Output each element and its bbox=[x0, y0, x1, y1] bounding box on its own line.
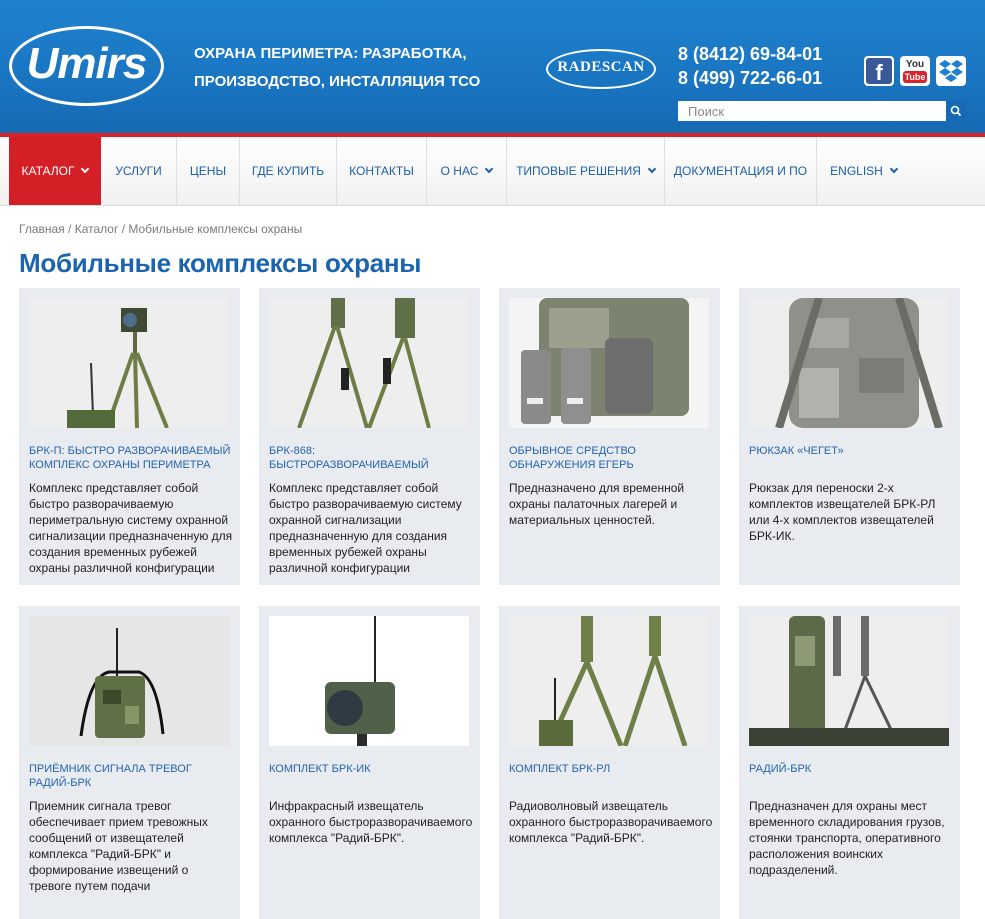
tagline-line-2: производство, инсталляция ТСО bbox=[194, 73, 481, 90]
receiver-image bbox=[29, 616, 229, 746]
breadcrumb-separator: / bbox=[121, 222, 126, 236]
product-image-brk-ik[interactable] bbox=[269, 616, 469, 746]
product-card-radiy-brk[interactable]: Радий-БРК Предназначен для охраны мест в… bbox=[739, 606, 960, 919]
logo-text: Umirs bbox=[26, 39, 148, 88]
dropbox-icon bbox=[939, 60, 963, 82]
product-title[interactable]: Радий-БРК bbox=[749, 762, 954, 776]
nav-catalog-label: Каталог bbox=[21, 164, 75, 178]
product-title[interactable]: Рюкзак «Чегет» bbox=[749, 444, 954, 458]
product-image-brk-868[interactable] bbox=[269, 298, 469, 428]
canisters-image bbox=[509, 298, 709, 428]
product-description: Инфракрасный извещатель охранного быстро… bbox=[269, 799, 473, 845]
product-title[interactable]: БРК-868: быстроразворачиваемый bbox=[269, 444, 474, 472]
main-nav: Каталог Услуги Цены Где купить Контакты … bbox=[0, 137, 985, 206]
product-description: Радиоволновый извещатель охранного быстр… bbox=[509, 799, 713, 845]
nav-where-to-buy-label: Где купить bbox=[251, 164, 325, 178]
product-image-brk-rl[interactable] bbox=[509, 616, 709, 746]
product-card-brk-ik[interactable]: Комплект БРК-ИК Инфракрасный извещатель … bbox=[259, 606, 480, 919]
site-tagline: Охрана периметра: разработка, производст… bbox=[194, 40, 494, 96]
ir-sensor-image bbox=[269, 616, 469, 746]
breadcrumb-catalog[interactable]: Каталог bbox=[75, 222, 119, 236]
phone-2[interactable]: 8 (499) 722-66-01 bbox=[678, 66, 822, 90]
nav-documentation-label: Документация и ПО bbox=[673, 164, 808, 178]
facebook-icon: f bbox=[866, 58, 892, 85]
phone-1[interactable]: 8 (8412) 69-84-01 bbox=[678, 42, 822, 66]
nav-english[interactable]: English bbox=[817, 137, 910, 205]
nav-prices[interactable]: Цены bbox=[177, 137, 240, 205]
breadcrumb-separator: / bbox=[68, 222, 72, 236]
youtube-icon-bottom: Tube bbox=[903, 71, 927, 83]
radescan-text: RADESCAN bbox=[557, 59, 645, 75]
nav-about-label: О нас bbox=[440, 164, 479, 178]
product-card-receiver[interactable]: Приёмник сигнала тревог Радий-БРК Приемн… bbox=[19, 606, 240, 919]
search-button[interactable] bbox=[946, 101, 966, 121]
product-card-cheget[interactable]: Рюкзак «Чегет» Рюкзак для переноски 2-х … bbox=[739, 288, 960, 585]
tripods-image bbox=[269, 298, 469, 428]
nav-about[interactable]: О нас bbox=[427, 137, 507, 205]
product-title[interactable]: Приёмник сигнала тревог Радий-БРК bbox=[29, 762, 234, 790]
nav-where-to-buy[interactable]: Где купить bbox=[240, 137, 337, 205]
backpack-image bbox=[749, 298, 949, 428]
search-input[interactable] bbox=[678, 101, 946, 121]
nav-documentation[interactable]: Документация и ПО bbox=[665, 137, 817, 205]
nav-contacts-label: Контакты bbox=[349, 164, 414, 178]
product-title[interactable]: Комплект БРК-ИК bbox=[269, 762, 474, 776]
product-image-radiy-brk[interactable] bbox=[749, 616, 949, 746]
search-box bbox=[678, 101, 966, 121]
breadcrumb-home[interactable]: Главная bbox=[19, 222, 65, 236]
product-image-receiver[interactable] bbox=[29, 616, 229, 746]
chevron-down-icon bbox=[889, 164, 899, 174]
rl-tripods-image bbox=[509, 616, 709, 746]
product-card-brk-rl[interactable]: Комплект БРК-РЛ Радиоволновый извещатель… bbox=[499, 606, 720, 919]
phone-numbers: 8 (8412) 69-84-01 8 (499) 722-66-01 bbox=[678, 42, 822, 90]
nav-solutions-label: Типовые решения bbox=[516, 164, 641, 178]
chevron-down-icon bbox=[647, 164, 657, 174]
breadcrumb-current: Мобильные комплексы охраны bbox=[128, 222, 303, 236]
product-image-eger[interactable] bbox=[509, 298, 709, 428]
product-description: Приемник сигнала тревог обеспечивает при… bbox=[29, 799, 208, 893]
page-title: Мобильные комплексы охраны bbox=[19, 248, 422, 278]
radiy-kit-image bbox=[749, 616, 949, 746]
nav-english-label: English bbox=[830, 164, 883, 178]
product-card-brk-p[interactable]: БРК-П: быстро разворачиваемый комплекс о… bbox=[19, 288, 240, 585]
chevron-down-icon bbox=[485, 164, 494, 174]
radescan-logo[interactable]: RADESCAN bbox=[546, 49, 656, 89]
facebook-link[interactable]: f bbox=[864, 56, 894, 86]
product-card-brk-868[interactable]: БРК-868: быстроразворачиваемый Комплекс … bbox=[259, 288, 480, 585]
nav-catalog[interactable]: Каталог bbox=[9, 137, 101, 205]
product-image-cheget[interactable] bbox=[749, 298, 949, 428]
youtube-icon-top: You bbox=[905, 59, 925, 70]
product-title[interactable]: Комплект БРК-РЛ bbox=[509, 762, 714, 776]
product-title[interactable]: Обрывное средство обнаружения Егерь bbox=[509, 444, 714, 472]
search-icon bbox=[950, 105, 962, 117]
product-title[interactable]: БРК-П: быстро разворачиваемый комплекс о… bbox=[29, 444, 234, 472]
nav-services-label: Услуги bbox=[115, 164, 162, 178]
nav-prices-label: Цены bbox=[189, 164, 227, 178]
chevron-down-icon bbox=[81, 164, 90, 174]
product-description: Рюкзак для переноски 2-х комплектов изве… bbox=[749, 481, 936, 543]
product-description: Комплекс представляет собой быстро разво… bbox=[269, 481, 462, 575]
site-header: Umirs Охрана периметра: разработка, прои… bbox=[0, 0, 985, 134]
breadcrumb: Главная / Каталог / Мобильные комплексы … bbox=[19, 222, 302, 236]
tagline-line-1: Охрана периметра: разработка, bbox=[194, 45, 467, 62]
dropbox-link[interactable] bbox=[936, 56, 966, 86]
umirs-logo[interactable]: Umirs bbox=[9, 26, 164, 106]
nav-services[interactable]: Услуги bbox=[101, 137, 177, 205]
nav-solutions[interactable]: Типовые решения bbox=[507, 137, 665, 205]
product-description: Предназначено для временной охраны палат… bbox=[509, 481, 685, 527]
product-description: Комплекс представляет собой быстро разво… bbox=[29, 481, 233, 575]
product-description: Предназначен для охраны мест временного … bbox=[749, 799, 945, 877]
tripod-sensor-image bbox=[29, 298, 229, 428]
nav-contacts[interactable]: Контакты bbox=[337, 137, 427, 205]
product-card-eger[interactable]: Обрывное средство обнаружения Егерь Пред… bbox=[499, 288, 720, 585]
product-image-brk-p[interactable] bbox=[29, 298, 229, 428]
youtube-link[interactable]: You Tube bbox=[900, 56, 930, 86]
